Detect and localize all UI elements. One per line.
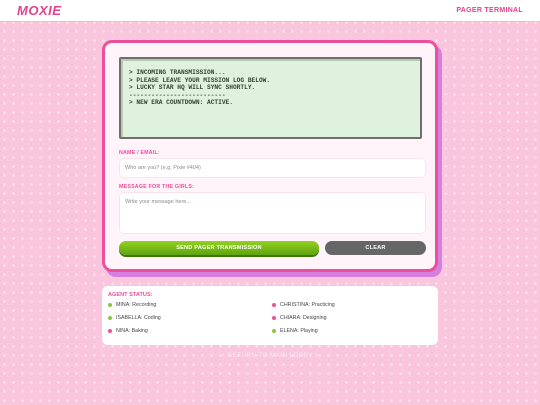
message-label: MESSAGE FOR THE GIRLS: bbox=[119, 184, 195, 190]
status-dot-icon bbox=[108, 303, 112, 307]
return-to-lobby-link[interactable]: < RETURN TO MAIN LOBBY > bbox=[0, 352, 540, 359]
terminal-divider: -------------------------- bbox=[129, 91, 226, 99]
moxie-logo[interactable]: MOXIE bbox=[17, 3, 61, 18]
name-email-input[interactable]: Who are you? (e.g. Pixie #404) bbox=[119, 158, 426, 178]
status-dot-icon bbox=[108, 329, 112, 333]
clear-button[interactable]: CLEAR bbox=[325, 241, 426, 255]
pager-terminal-link[interactable]: PAGER TERMINAL bbox=[456, 7, 523, 14]
terminal-line: > LUCKY STAR HQ WILL SYNC SHORTLY. bbox=[129, 84, 256, 92]
top-bar: MOXIE PAGER TERMINAL bbox=[0, 0, 540, 22]
agent-status-text: MINA: Recording bbox=[116, 302, 157, 308]
terminal-line: > NEW ERA COUNTDOWN: ACTIVE. bbox=[129, 99, 233, 107]
agent-status-title: AGENT STATUS: bbox=[108, 292, 153, 298]
send-transmission-button[interactable]: SEND PAGER TRANSMISSION bbox=[119, 241, 319, 255]
status-dot-icon bbox=[108, 316, 112, 320]
pager-card: > INCOMING TRANSMISSION... > PLEASE LEAV… bbox=[102, 40, 438, 272]
message-textarea[interactable]: Write your message here... bbox=[119, 192, 426, 234]
agent-status-text: CHIARA: Designing bbox=[280, 315, 327, 321]
terminal-screen: > INCOMING TRANSMISSION... > PLEASE LEAV… bbox=[119, 57, 422, 139]
status-dot-icon bbox=[272, 316, 276, 320]
agent-status-text: ISABELLA: Coding bbox=[116, 315, 161, 321]
agent-status-text: ELENA: Playing bbox=[280, 328, 318, 334]
name-email-label: NAME / EMAIL: bbox=[119, 150, 160, 156]
terminal-line: > PLEASE LEAVE YOUR MISSION LOG BELOW. bbox=[129, 76, 271, 84]
agent-status-panel: AGENT STATUS: MINA: Recording CHRISTINA:… bbox=[102, 286, 438, 345]
agent-status-text: NINA: Baking bbox=[116, 328, 148, 334]
status-dot-icon bbox=[272, 329, 276, 333]
terminal-line: > INCOMING TRANSMISSION... bbox=[129, 69, 226, 76]
agent-status-text: CHRISTINA: Practicing bbox=[280, 302, 335, 308]
status-dot-icon bbox=[272, 303, 276, 307]
